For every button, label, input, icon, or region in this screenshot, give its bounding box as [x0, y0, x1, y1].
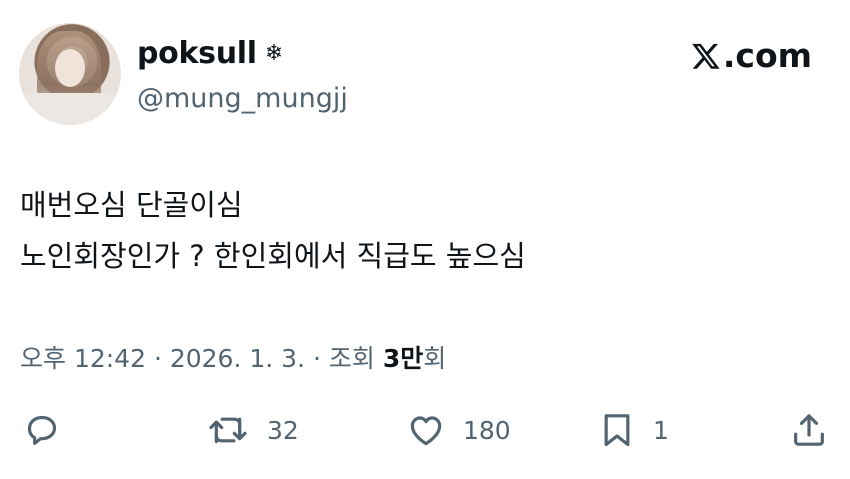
reply-icon [27, 415, 57, 445]
x-com-text: .com [722, 36, 812, 75]
share-icon [794, 414, 824, 446]
views-label: 조회 [328, 344, 383, 373]
tweet-date[interactable]: 2026. 1. 3. [170, 344, 305, 373]
avatar[interactable] [19, 23, 121, 125]
share-button[interactable] [789, 410, 829, 450]
views-unit: 회 [423, 344, 447, 373]
heart-icon [410, 416, 442, 446]
like-button[interactable]: 180 [405, 410, 511, 450]
bookmark-button[interactable]: 1 [597, 410, 669, 450]
like-count: 180 [463, 415, 511, 445]
retweet-button[interactable]: 32 [205, 410, 299, 450]
tweet-line: 노인회장인가 ? 한인회에서 직급도 높으심 [20, 239, 526, 273]
meta-separator: · [305, 344, 329, 373]
display-name[interactable]: poksull [137, 36, 257, 71]
bookmark-icon [604, 414, 630, 447]
x-logo-icon [691, 43, 720, 69]
avatar-shirt [19, 93, 121, 125]
retweet-count: 32 [267, 415, 299, 445]
x-com-logo: .com [691, 36, 812, 75]
views-number: 3만 [382, 344, 424, 373]
tweet-line: 매번오심 단골이심 [20, 188, 243, 222]
user-handle[interactable]: @mung_mungjj [137, 83, 348, 114]
meta-separator: · [146, 344, 170, 373]
user-name-row: poksull ❄ [137, 36, 283, 71]
tweet-text: 매번오심 단골이심 노인회장인가 ? 한인회에서 직급도 높으심 [20, 180, 526, 282]
bookmark-count: 1 [653, 415, 669, 445]
action-bar: 32 180 1 [0, 410, 850, 456]
snowflake-icon: ❄ [264, 41, 284, 66]
tweet-time[interactable]: 오후 12:42 [20, 344, 146, 373]
reply-button[interactable] [22, 410, 62, 450]
tweet-meta: 오후 12:42 · 2026. 1. 3. · 조회 3만회 [20, 339, 446, 375]
retweet-icon [209, 417, 247, 444]
avatar-face [55, 49, 85, 87]
